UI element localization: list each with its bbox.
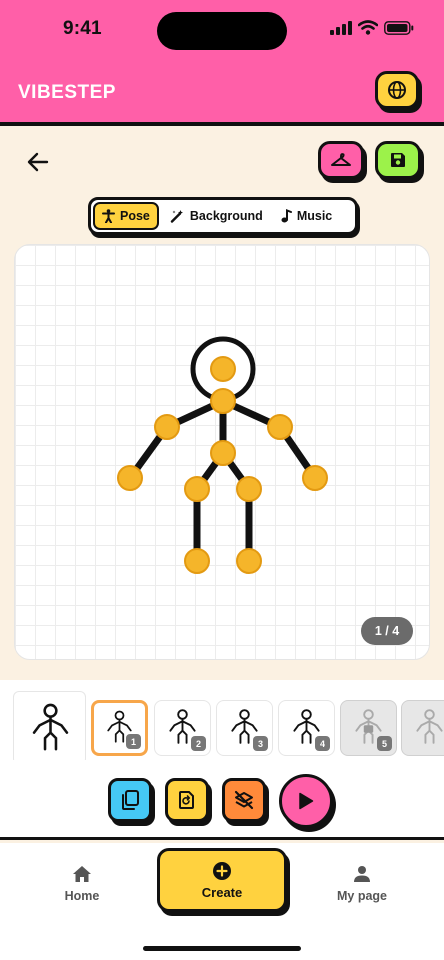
app-header: 9:41 VIBESTEP (0, 0, 444, 126)
status-icons (330, 20, 414, 35)
reset-pose-button[interactable] (165, 778, 209, 822)
arrow-left-icon (27, 152, 49, 172)
outfit-button[interactable] (318, 141, 364, 179)
create-label: Create (201, 884, 243, 900)
tab-background[interactable]: Background (163, 202, 270, 230)
nav-home[interactable]: Home (60, 865, 104, 903)
frame-5[interactable]: 5 (340, 700, 397, 756)
frames-strip: 1 2 3 4 5 (0, 680, 444, 765)
joint-left-shoulder[interactable] (154, 414, 180, 440)
plus-circle-icon (213, 861, 231, 880)
frame-4[interactable]: 4 (278, 700, 335, 756)
stick-figure-thumbnail (32, 703, 69, 751)
save-button[interactable] (375, 141, 421, 179)
joint-right-knee[interactable] (236, 476, 262, 502)
frame-number: 4 (315, 736, 330, 751)
clear-layers-button[interactable] (222, 778, 266, 822)
joint-right-shoulder[interactable] (267, 414, 293, 440)
frame-number: 2 (191, 736, 206, 751)
joint-left-knee[interactable] (184, 476, 210, 502)
joint-left-hand[interactable] (117, 465, 143, 491)
clear-layers-icon (234, 790, 254, 810)
frame-1[interactable]: 1 (91, 700, 148, 756)
frame-number: 3 (253, 736, 268, 751)
page-indicator: 1 / 4 (361, 617, 413, 645)
pose-canvas[interactable]: 1 / 4 (14, 244, 430, 660)
frame-number: 5 (377, 736, 392, 751)
language-button[interactable] (375, 71, 419, 109)
wifi-icon (358, 20, 378, 35)
frame-3[interactable]: 3 (216, 700, 273, 756)
copy-icon (122, 790, 139, 810)
frame-number: 1 (126, 734, 141, 749)
signal-icon (330, 20, 352, 35)
frame-preview[interactable] (13, 691, 86, 765)
tool-bar (0, 760, 444, 840)
save-icon (391, 153, 405, 167)
tab-background-label: Background (189, 209, 263, 223)
editor-tabs: Pose Background Music (88, 197, 358, 235)
user-icon (354, 866, 370, 882)
person-icon (102, 209, 115, 223)
globe-icon (388, 81, 406, 99)
joint-left-foot[interactable] (184, 548, 210, 574)
dynamic-island (157, 12, 287, 50)
duplicate-frame-button[interactable] (108, 778, 152, 822)
lock-icon (363, 725, 374, 733)
hanger-icon (331, 153, 351, 166)
frame-6[interactable] (401, 700, 444, 756)
joint-neck[interactable] (210, 388, 236, 414)
back-button[interactable] (24, 148, 52, 176)
bottom-nav: Home Create My page (0, 843, 444, 960)
tab-music-label: Music (296, 209, 333, 223)
play-icon (299, 792, 314, 810)
status-time: 9:41 (63, 18, 102, 39)
redo-icon (179, 791, 194, 809)
nav-home-label: Home (64, 889, 100, 903)
joint-right-foot[interactable] (236, 548, 262, 574)
play-button[interactable] (279, 774, 333, 828)
nav-my-page-label: My page (336, 889, 387, 903)
joint-right-hand[interactable] (302, 465, 328, 491)
home-indicator (143, 946, 301, 951)
stick-figure (117, 336, 328, 574)
tab-music[interactable]: Music (274, 202, 339, 230)
stick-figure-thumbnail (416, 709, 443, 744)
tab-pose-label: Pose (120, 209, 150, 223)
joint-head[interactable] (210, 356, 236, 382)
tab-pose[interactable]: Pose (93, 202, 159, 230)
create-button[interactable]: Create (157, 848, 287, 912)
app-brand: VIBESTEP (18, 82, 116, 103)
home-icon (73, 866, 91, 882)
joint-pelvis[interactable] (210, 440, 236, 466)
nav-my-page[interactable]: My page (330, 865, 394, 903)
magic-wand-icon (170, 210, 183, 223)
music-note-icon (281, 209, 292, 223)
frame-2[interactable]: 2 (154, 700, 211, 756)
battery-icon (384, 20, 414, 35)
